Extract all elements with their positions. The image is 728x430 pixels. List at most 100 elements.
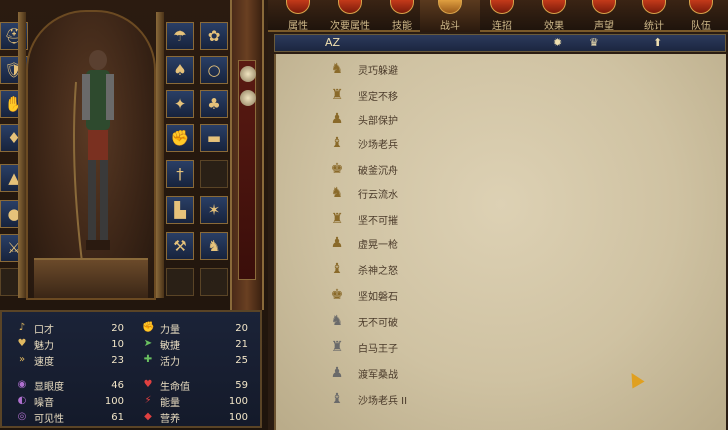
- perk-item[interactable]: ♞ 无不可破: [326, 310, 526, 332]
- stat-row: ♥ 魅力 10: [16, 337, 126, 352]
- stat-row: ⚡ 能量 100: [142, 394, 252, 409]
- stat-row: ◐ 噪音 100: [16, 394, 126, 409]
- stat-label: 生命值: [160, 381, 190, 393]
- scarf-icon: ✿: [207, 27, 221, 45]
- perk-name: 沙场老兵: [358, 139, 398, 151]
- tab-label: 属性: [288, 21, 308, 32]
- stat-icon: ◉: [17, 379, 27, 390]
- perks-panel: 属性 次要属性 技能 战斗 连招 效果 声望 统计 队伍 AZ ✹ ♛ ⬆ ♞ …: [268, 0, 728, 430]
- perk-item[interactable]: ♝ 杀神之怒: [326, 258, 526, 280]
- tab-attributes[interactable]: 属性: [268, 0, 328, 32]
- tab-icon: [542, 0, 566, 14]
- stat-icon: ♥: [17, 338, 27, 349]
- perk-item[interactable]: ♜ 白马王子: [326, 336, 526, 358]
- perk-icon: ♟: [330, 235, 344, 251]
- perk-item[interactable]: ♟ 头部保护: [326, 108, 526, 130]
- empty-slot[interactable]: [200, 160, 228, 188]
- perk-item[interactable]: ♟ 渡军桑战: [326, 362, 526, 384]
- gambeson-slot[interactable]: ✦: [166, 90, 194, 118]
- perk-name: 虚晃一枪: [358, 239, 398, 251]
- pedestal: [34, 258, 148, 298]
- tab-combos[interactable]: 连招: [472, 0, 532, 32]
- horse-slot[interactable]: ♞: [200, 232, 228, 260]
- stat-value: 20: [111, 322, 124, 334]
- stat-row: ♥ 生命值 59: [142, 378, 252, 393]
- jerkin-slot[interactable]: ♣: [200, 90, 228, 118]
- sort-az-button[interactable]: AZ: [325, 36, 340, 50]
- tab-label: 队伍: [691, 21, 711, 32]
- stat-label: 敏捷: [160, 340, 180, 352]
- perk-icon: ♞: [330, 185, 344, 201]
- perk-item[interactable]: ♞ 灵巧躲避: [326, 58, 526, 80]
- tab-icon: [438, 0, 462, 14]
- stat-icon: ◐: [17, 395, 27, 406]
- spur-slot[interactable]: ✶: [200, 196, 228, 224]
- perk-item[interactable]: ♞ 行云流水: [326, 182, 526, 204]
- axe-slot[interactable]: ⚒: [166, 232, 194, 260]
- perk-name: 坚定不移: [358, 91, 398, 103]
- stat-value: 21: [235, 338, 248, 350]
- stat-icon: ◎: [17, 411, 27, 422]
- boots-slot[interactable]: ▙: [166, 196, 194, 224]
- stat-value: 46: [111, 379, 124, 391]
- stat-value: 20: [235, 322, 248, 334]
- sun-icon[interactable]: ✹: [553, 36, 562, 50]
- perk-name: 沙场老兵 II: [358, 395, 408, 407]
- stat-icon: ♪: [18, 322, 26, 333]
- stat-row: ◉ 显眼度 46: [16, 378, 126, 393]
- stat-row: ◆ 营养 100: [142, 410, 252, 425]
- orb-icon: [240, 90, 256, 106]
- stat-row: » 速度 23: [16, 353, 126, 368]
- mouse-cursor-icon: [625, 369, 645, 389]
- ring-icon: ○: [207, 61, 221, 79]
- perk-icon: ♝: [330, 391, 344, 407]
- tab-icon: [490, 0, 514, 14]
- dagger-slot[interactable]: †: [166, 160, 194, 188]
- perk-name: 坚不可摧: [358, 215, 398, 227]
- stat-icon: ➤: [143, 338, 153, 349]
- perk-icon: ♚: [330, 287, 344, 303]
- cloak-slot[interactable]: ♠: [166, 56, 194, 84]
- tab-label: 连招: [492, 21, 512, 32]
- perk-item[interactable]: ♜ 坚不可摧: [326, 208, 526, 230]
- perk-icon: ♜: [330, 339, 344, 355]
- niche-pillar: [18, 12, 26, 298]
- tab-icon: [390, 0, 414, 14]
- orb-icon: [240, 66, 256, 82]
- perk-item[interactable]: ♚ 坚如磐石: [326, 284, 526, 306]
- perk-icon: ♜: [330, 87, 344, 103]
- empty-slot[interactable]: [166, 268, 194, 296]
- gauntlet-slot[interactable]: ✊: [166, 124, 194, 152]
- stats-panel: ♪ 口才 20 ♥ 魅力 10 » 速度 23 ◉ 显眼度 46 ◐ 噪音 10…: [0, 310, 262, 428]
- hood-slot[interactable]: ☂: [166, 22, 194, 50]
- perk-icon: ♝: [330, 261, 344, 277]
- empty-slot[interactable]: [200, 268, 228, 296]
- ring-slot[interactable]: ○: [200, 56, 228, 84]
- stat-row: ✚ 活力 25: [142, 353, 252, 368]
- belt-icon: ▬: [206, 129, 222, 147]
- tab-secondary-attributes[interactable]: 次要属性: [320, 0, 380, 32]
- belt-slot[interactable]: ▬: [200, 124, 228, 152]
- tab-bar: 属性 次要属性 技能 战斗 连招 效果 声望 统计 队伍: [268, 0, 728, 32]
- perk-item[interactable]: ♝ 沙场老兵 II: [326, 388, 526, 410]
- perk-name: 白马王子: [358, 343, 398, 355]
- tab-combat[interactable]: 战斗: [420, 0, 480, 32]
- axe-icon: ⚒: [173, 237, 187, 255]
- arrow-up-icon[interactable]: ⬆: [653, 36, 662, 50]
- stat-value: 100: [228, 411, 248, 423]
- perk-item[interactable]: ♝ 沙场老兵: [326, 132, 526, 154]
- perk-name: 杀神之怒: [358, 265, 398, 277]
- tab-icon: [338, 0, 362, 14]
- scarf-slot[interactable]: ✿: [200, 22, 228, 50]
- tab-icon: [286, 0, 310, 14]
- crown-icon[interactable]: ♛: [589, 36, 599, 50]
- perk-item[interactable]: ♜ 坚定不移: [326, 84, 526, 106]
- stat-label: 噪音: [34, 397, 54, 409]
- tab-party[interactable]: 队伍: [674, 0, 728, 32]
- stat-value: 59: [235, 379, 248, 391]
- stat-icon: »: [18, 354, 26, 365]
- perk-item[interactable]: ♚ 破釜沉舟: [326, 158, 526, 180]
- tab-icon: [689, 0, 713, 14]
- boots-icon: ▙: [174, 201, 186, 219]
- perk-item[interactable]: ♟ 虚晃一枪: [326, 232, 526, 254]
